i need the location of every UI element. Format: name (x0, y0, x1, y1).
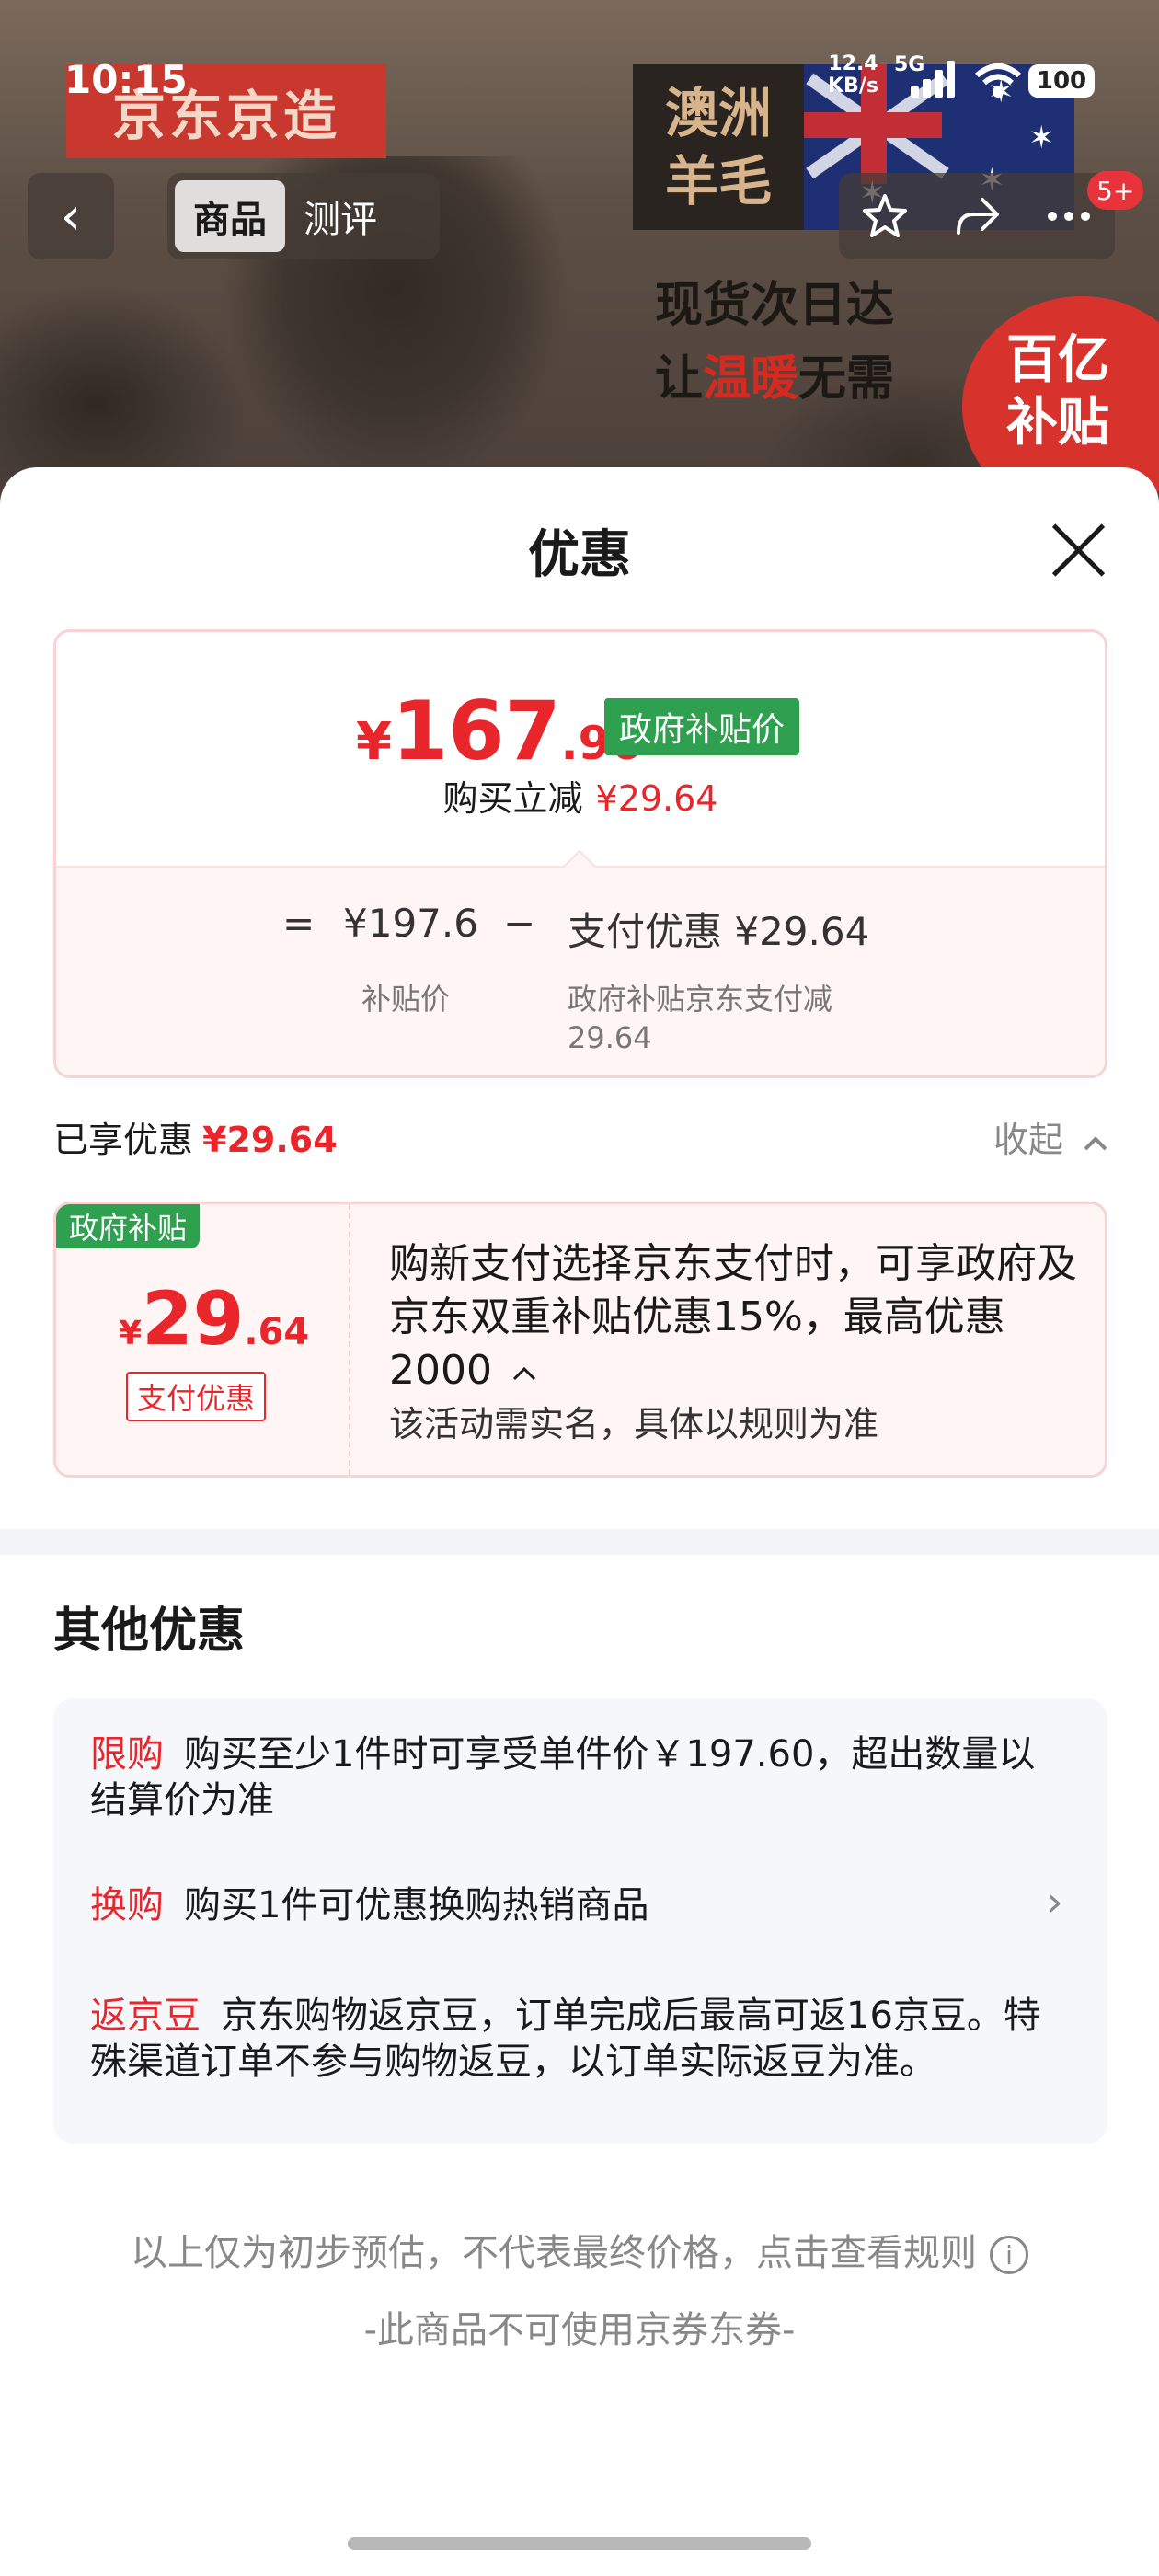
star-icon[interactable] (859, 190, 911, 242)
price-summary: ¥167.96 政府补贴价 购买立减 ¥29.64 (56, 632, 1105, 866)
wool-label-line2: 羊毛 (664, 150, 772, 213)
info-icon[interactable]: i (990, 2236, 1028, 2274)
clock: 10:15 (64, 57, 188, 102)
other-discounts-list: 限购 购买至少1件时可享受单件价￥197.60，超出数量以结算价为准 换购 购买1件… (53, 1698, 1107, 2144)
chevron-right-icon[interactable]: › (1047, 1879, 1063, 1926)
enjoyed-discount: 已享优惠 ¥29.64 (53, 1120, 338, 1160)
no-coupon-notice: -此商品不可使用京券东券- (363, 2309, 796, 2352)
list-item-trade-in[interactable]: 换购 购买1件可优惠换购热销商品 (90, 1882, 1065, 1928)
payment-discount: 支付优惠 ¥29.64 (568, 909, 870, 954)
promo-text: 现货次日达 让温暖无需 (655, 269, 894, 416)
status-bar: 10:15 12.4 KB/s 5G 100 (0, 0, 1159, 156)
close-icon[interactable] (1049, 519, 1107, 578)
final-price: ¥167.96 (356, 684, 643, 778)
coupon-amount: ¥29.64 (119, 1276, 310, 1362)
back-button[interactable]: ‹ (28, 173, 114, 259)
collapse-button[interactable]: 收起 (993, 1111, 1109, 1162)
base-price: ¥197.6 (343, 901, 478, 946)
promo-line-2: 让温暖无需 (655, 351, 895, 407)
gov-subsidy-price-tag: 政府补贴价 (604, 698, 800, 755)
wifi-icon (975, 63, 1021, 98)
coupon-type-badge: 支付优惠 (126, 1372, 267, 1421)
tab-review[interactable]: 测评 (285, 180, 396, 252)
network-speed: 12.4 KB/s (828, 52, 878, 98)
chevron-left-icon: ‹ (60, 186, 82, 247)
minus-sign: − (503, 901, 536, 946)
more-icon[interactable] (1043, 190, 1095, 242)
share-icon[interactable] (951, 190, 1003, 242)
other-discounts-title: 其他优惠 (53, 1604, 246, 1659)
rules-disclaimer[interactable]: 以上仅为初步预估，不代表最终价格，点击查看规则 i (0, 2223, 1159, 2276)
coupon-note: 该活动需实名，具体以规则为准 (389, 1404, 879, 1444)
subsidy-coupon-card[interactable]: 政府补贴 ¥29.64 支付优惠 购新支付选择京东支付时，可享政府及京东双重补贴… (53, 1202, 1107, 1478)
notification-badge: 5+ (1087, 171, 1144, 210)
tab-product[interactable]: 商品 (175, 180, 285, 252)
discount-sheet: 优惠 ¥167.96 政府补贴价 购买立减 ¥29.64 = ¥197.6 − 支… (0, 467, 1159, 2576)
section-divider (0, 1529, 1159, 1555)
product-tabs: 商品 测评 (167, 173, 440, 259)
equals-sign: = (282, 901, 316, 946)
home-indicator[interactable] (348, 2537, 811, 2550)
price-breakdown: = ¥197.6 − 支付优惠 ¥29.64 补贴价 政府补贴京东支付减 29.… (56, 866, 1105, 1075)
base-price-label: 补贴价 (361, 982, 451, 1017)
chevron-up-icon[interactable] (511, 1363, 538, 1383)
battery-indicator: 100 (1028, 64, 1095, 98)
sheet-title: 优惠 (528, 525, 631, 585)
list-item-purchase-limit: 限购 购买至少1件时可享受单件价￥197.60，超出数量以结算价为准 (90, 1733, 1036, 1822)
coupon-description[interactable]: 购新支付选择京东支付时，可享政府及京东双重补贴优惠15%，最高优惠2000 (389, 1237, 1088, 1397)
payment-discount-label: 政府补贴京东支付减 29.64 (568, 982, 833, 1055)
price-formula: = ¥197.6 − 支付优惠 ¥29.64 (56, 901, 1105, 965)
chevron-up-icon (1084, 1135, 1107, 1150)
list-item-jingdou: 返京豆 京东购物返京豆，订单完成后最高可返16京豆。特殊渠道订单不参与购物返豆，以… (90, 1995, 1040, 2083)
instant-discount: 购买立减 ¥29.64 (442, 778, 718, 819)
price-card: ¥167.96 政府补贴价 购买立减 ¥29.64 = ¥197.6 − 支付优惠… (53, 629, 1107, 1078)
coupon-tag: 政府补贴 (56, 1204, 201, 1248)
header-actions (839, 173, 1115, 259)
signal-icon (911, 61, 957, 98)
promo-line-1: 现货次日达 (655, 278, 895, 333)
